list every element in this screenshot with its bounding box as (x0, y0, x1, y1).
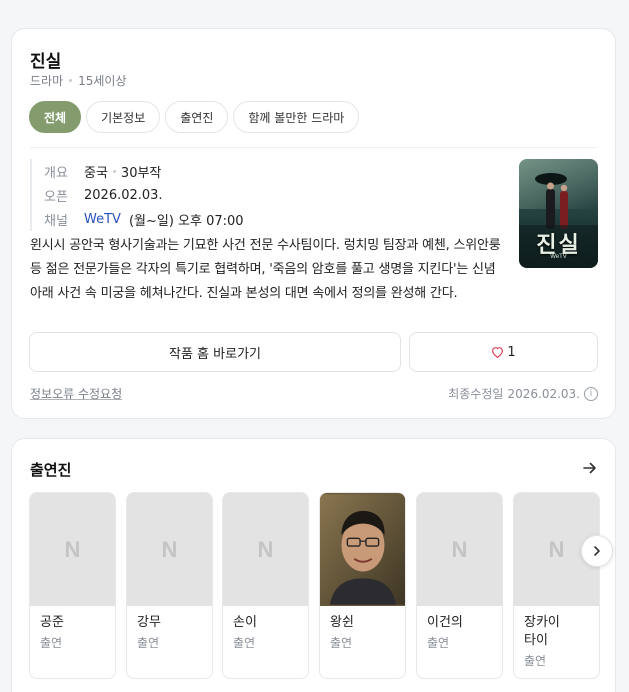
channel-value: WeTV (월~일) 오후 07:00 (84, 210, 244, 229)
cast-photo-placeholder: N (30, 493, 115, 606)
arrow-right-icon[interactable] (581, 459, 599, 477)
like-count: 1 (507, 344, 516, 360)
tab-recommended[interactable]: 함께 볼만한 드라마 (233, 101, 360, 133)
cast-name: 왕쉰 (330, 615, 354, 630)
cast-name: 강무 (137, 615, 161, 630)
cast-name: 공준 (40, 615, 64, 630)
separator-dot (112, 169, 116, 173)
channel-row: 채널 WeTV (월~일) 오후 07:00 (44, 207, 244, 231)
updated-date: 2026.02.03. (507, 386, 580, 401)
drama-home-button[interactable]: 작품 홈 바로가기 (29, 332, 401, 372)
cast-photo-placeholder: N (127, 493, 212, 606)
cast-photo-placeholder: N (223, 493, 308, 606)
separator-dot (69, 79, 73, 82)
overview-label: 개요 (44, 165, 68, 181)
placeholder-logo-icon: N (161, 536, 178, 562)
placeholder-logo-icon: N (548, 536, 565, 562)
tab-bar: 전체 기본정보 출연진 함께 볼만한 드라마 (29, 101, 360, 133)
divider (30, 147, 597, 148)
episode-count: 30부작 (120, 165, 162, 181)
overview-value: 중국 30부작 (84, 162, 161, 181)
country: 중국 (84, 165, 108, 181)
last-updated: 최종수정일 2026.02.03. i (448, 385, 598, 402)
channel-label: 채널 (44, 213, 68, 229)
tab-cast[interactable]: 출연진 (165, 101, 229, 133)
drama-title: 진실 (30, 52, 62, 72)
heart-icon (491, 346, 504, 358)
cast-section-title: 출연진 (30, 461, 72, 479)
cast-role: 출연 (427, 636, 450, 650)
synopsis: 윈시시 공안국 형사기술과는 기묘한 사건 전문 수사팀이다. 렁치밍 팀장과 … (30, 238, 501, 301)
open-date: 2026.02.03. (84, 187, 163, 203)
cast-list: N 공준 출연 N 강무 출연 N 손이 출연 왕쉰 출연 N 이건의 출연 N… (29, 492, 616, 692)
report-error-link[interactable]: 정보오류 수정요청 (30, 385, 122, 402)
open-label: 오픈 (44, 189, 68, 205)
cast-role: 출연 (330, 636, 353, 650)
cast-photo (320, 493, 405, 606)
channel-schedule: (월~일) 오후 07:00 (128, 213, 244, 229)
age-rating: 15세이상 (78, 74, 127, 88)
cast-role: 출연 (137, 636, 160, 650)
poster-logo: WeTV (550, 254, 567, 260)
cast-card-item[interactable]: N 공준 출연 (29, 492, 116, 679)
cast-name: 이건의 (427, 615, 463, 630)
like-button[interactable]: 1 (409, 332, 598, 372)
updated-label: 최종수정일 (448, 387, 504, 401)
cast-card-item[interactable]: N 이건의 출연 (416, 492, 503, 679)
info-icon[interactable]: i (584, 386, 598, 401)
cast-name: 손이 (233, 615, 257, 630)
placeholder-logo-icon: N (451, 536, 468, 562)
next-button[interactable] (581, 535, 613, 567)
cast-card-item[interactable]: N 손이 출연 (222, 492, 309, 679)
drama-info-card: 진실 드라마 15세이상 전체 기본정보 출연진 함께 볼만한 드라마 개요 중… (11, 28, 616, 419)
chevron-right-icon (591, 545, 603, 557)
tab-all[interactable]: 전체 (29, 101, 82, 133)
cast-card-item[interactable]: N 강무 출연 (126, 492, 213, 679)
placeholder-logo-icon: N (257, 536, 274, 562)
placeholder-logo-icon: N (64, 536, 81, 562)
cast-photo-placeholder: N (417, 493, 502, 606)
info-rows: 개요 중국 30부작 오픈 2026.02.03. 채널 WeTV (월~일) … (30, 159, 244, 231)
channel-link[interactable]: WeTV (84, 212, 121, 227)
genre-label: 드라마 (30, 74, 64, 88)
cast-name: 장카이타이 (524, 615, 560, 648)
overview-row: 개요 중국 30부작 (44, 159, 244, 183)
tab-basic-info[interactable]: 기본정보 (86, 101, 161, 133)
cast-role: 출연 (524, 654, 547, 668)
cast-card-item[interactable]: 왕쉰 출연 (319, 492, 406, 679)
drama-meta: 드라마 15세이상 (30, 72, 127, 89)
poster-image[interactable]: 진실 WeTV (519, 159, 598, 268)
cast-card-item[interactable]: N 장카이타이 출연 (513, 492, 600, 679)
cast-role: 출연 (40, 636, 63, 650)
open-row: 오픈 2026.02.03. (44, 183, 244, 207)
cast-role: 출연 (233, 636, 256, 650)
cast-card: 출연진 N 공준 출연 N 강무 출연 N 손이 출연 왕쉰 출연 N 이건의 … (11, 438, 616, 692)
